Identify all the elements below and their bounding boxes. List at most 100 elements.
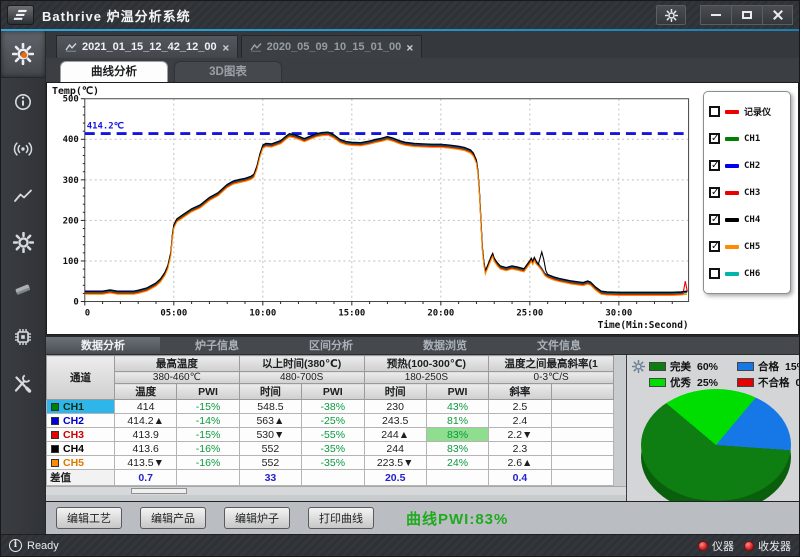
empty-cell bbox=[551, 442, 613, 456]
channel-cell-CH4[interactable]: CH4 bbox=[47, 442, 115, 456]
checkbox[interactable]: ✓ bbox=[709, 133, 720, 144]
sidebar-item-settings[interactable] bbox=[1, 219, 45, 266]
legend-label: CH4 bbox=[744, 215, 760, 225]
legend-item-CH3[interactable]: ✓CH3 bbox=[709, 179, 785, 206]
minimize-button[interactable] bbox=[700, 5, 731, 25]
pie-legend-item-不合格: 不合格0% bbox=[737, 375, 799, 390]
pie-top bbox=[641, 389, 791, 501]
value-cell: -16% bbox=[177, 456, 239, 470]
print-curve-button[interactable]: 打印曲线 bbox=[308, 507, 374, 529]
settings-gear-button[interactable] bbox=[656, 5, 686, 25]
legend-item-CH4[interactable]: ✓ CH4 bbox=[709, 206, 785, 233]
channel-cell-CH5[interactable]: CH5 bbox=[47, 456, 115, 470]
y-tick-label: 400 bbox=[63, 135, 79, 145]
data-tab-3[interactable]: 区间分析 bbox=[274, 337, 388, 354]
transceiver-status-dot bbox=[744, 541, 754, 551]
value-cell: 414.2▲ bbox=[115, 414, 177, 428]
checkbox[interactable] bbox=[709, 106, 720, 117]
x-tick-label: 15:00 bbox=[338, 308, 365, 318]
legend-item-CH2[interactable]: ✓CH2 bbox=[709, 152, 785, 179]
table-row-CH3[interactable]: CH3413.9-15%530▼-55%244▲83%2.2▼ bbox=[47, 428, 614, 442]
checkbox[interactable]: ✓ bbox=[709, 160, 720, 171]
chip-icon bbox=[12, 326, 34, 348]
pie-settings-gear-icon[interactable] bbox=[632, 360, 645, 373]
close-button[interactable] bbox=[762, 5, 793, 25]
sidebar-item-signal[interactable] bbox=[1, 125, 45, 172]
data-tab-1[interactable]: 数据分析 bbox=[46, 337, 160, 354]
legend-color-swatch bbox=[725, 137, 739, 141]
channel-label: CH3 bbox=[63, 429, 84, 441]
pwi-pie-panel: 完美60%合格15%优秀25%不合格0% bbox=[626, 355, 799, 501]
series-CH1 bbox=[85, 134, 687, 294]
maximize-button[interactable] bbox=[731, 5, 762, 25]
value-cell: 81% bbox=[426, 414, 488, 428]
legend-item-记录仪[interactable]: 记录仪 bbox=[709, 98, 785, 125]
edit-product-button[interactable]: 编辑产品 bbox=[140, 507, 206, 529]
pie-legend-swatch bbox=[649, 362, 666, 371]
table-row-CH5[interactable]: CH5413.5▼-16%552-35%223.5▼24%2.6▲ bbox=[47, 456, 614, 470]
table-row-CH4[interactable]: CH4413.6-16%552-35%24483%2.3 bbox=[47, 442, 614, 456]
value-cell: -14% bbox=[177, 414, 239, 428]
tab-curve-analysis[interactable]: 曲线分析 bbox=[60, 61, 168, 82]
legend-item-CH1[interactable]: ✓ CH1 bbox=[709, 125, 785, 152]
checkbox[interactable]: ✓ bbox=[709, 187, 720, 198]
sidebar-item-analysis[interactable] bbox=[1, 31, 45, 78]
table-hscrollbar[interactable] bbox=[46, 486, 626, 495]
range-max-temp: 380-460℃ bbox=[115, 372, 240, 384]
file-tab-1[interactable]: 2021_01_15_12_42_12_00 bbox=[56, 35, 238, 58]
pie-legend-label: 完美 bbox=[670, 359, 691, 374]
checkbox[interactable] bbox=[709, 268, 720, 279]
edit-process-button[interactable]: 编辑工艺 bbox=[56, 507, 122, 529]
sidebar-item-curve[interactable] bbox=[1, 172, 45, 219]
legend-label: CH1 bbox=[744, 134, 760, 144]
series-CH3 bbox=[85, 134, 688, 294]
legend-item-CH6[interactable]: CH6 bbox=[709, 260, 785, 287]
table-row-CH1[interactable]: CH1414-15%548.5-38%23043%2.5 bbox=[47, 400, 614, 414]
scrollbar-thumb[interactable] bbox=[131, 488, 187, 494]
value-cell: 243.5 bbox=[364, 414, 426, 428]
curve-pwi-label: 曲线PWI:83% bbox=[406, 508, 508, 529]
pie-legend-label: 不合格 bbox=[758, 375, 790, 390]
channel-cell-CH1[interactable]: CH1 bbox=[47, 400, 115, 414]
sidebar-item-info[interactable] bbox=[1, 78, 45, 125]
col-time-2: 时间 bbox=[364, 384, 426, 400]
diff-cell bbox=[302, 470, 364, 486]
tab-close-icon[interactable] bbox=[223, 45, 228, 50]
view-tab-bar: 曲线分析 3D图表 bbox=[46, 58, 799, 82]
channel-cell-CH3[interactable]: CH3 bbox=[47, 428, 115, 442]
sidebar-item-tools[interactable] bbox=[1, 360, 45, 407]
legend-item-CH5[interactable]: ✓CH5 bbox=[709, 233, 785, 260]
pie-legend-percent: 60% bbox=[697, 361, 718, 373]
legend-color-swatch bbox=[725, 245, 739, 249]
sidebar-item-eraser[interactable] bbox=[1, 266, 45, 313]
value-cell: 414 bbox=[115, 400, 177, 414]
value-cell: 2.3 bbox=[489, 442, 551, 456]
action-button-row: 编辑工艺编辑产品编辑炉子打印曲线 曲线PWI:83% bbox=[46, 501, 799, 534]
file-tab-bar: 2021_01_15_12_42_12_00 2020_05_09_10_15_… bbox=[46, 31, 799, 58]
sidebar bbox=[1, 31, 46, 534]
temperature-chart[interactable]: 0100200300400500005:0010:0015:0020:0025:… bbox=[47, 83, 798, 334]
group-preheat: 预热(100-300℃) bbox=[364, 356, 489, 372]
table-row-CH2[interactable]: CH2414.2▲-14%563▲-25%243.581%2.4 bbox=[47, 414, 614, 428]
channel-color-swatch bbox=[51, 417, 59, 425]
channel-cell-CH2[interactable]: CH2 bbox=[47, 414, 115, 428]
x-axis-title: Time(Min:Second) bbox=[598, 320, 689, 331]
checkbox[interactable]: ✓ bbox=[709, 241, 720, 252]
instrument-status-dot bbox=[698, 541, 708, 551]
tab-3d-chart[interactable]: 3D图表 bbox=[174, 61, 282, 82]
checkbox[interactable]: ✓ bbox=[709, 214, 720, 225]
sidebar-item-chip[interactable] bbox=[1, 313, 45, 360]
value-cell: -16% bbox=[177, 442, 239, 456]
file-tab-2[interactable]: 2020_05_09_10_15_01_00 bbox=[241, 35, 423, 58]
value-cell: -38% bbox=[302, 400, 364, 414]
diff-cell bbox=[177, 470, 239, 486]
diff-cell: 20.5 bbox=[364, 470, 426, 486]
edit-furnace-button[interactable]: 编辑炉子 bbox=[224, 507, 290, 529]
x-tick-label: 20:00 bbox=[427, 308, 454, 318]
tab-close-icon[interactable] bbox=[407, 45, 412, 50]
data-tab-2[interactable]: 炉子信息 bbox=[160, 337, 274, 354]
status-label: 收发器 bbox=[758, 538, 791, 554]
data-tab-4[interactable]: 数据浏览 bbox=[388, 337, 502, 354]
data-tab-5[interactable]: 文件信息 bbox=[502, 337, 616, 354]
y-axis-title: Temp(℃) bbox=[52, 86, 99, 97]
